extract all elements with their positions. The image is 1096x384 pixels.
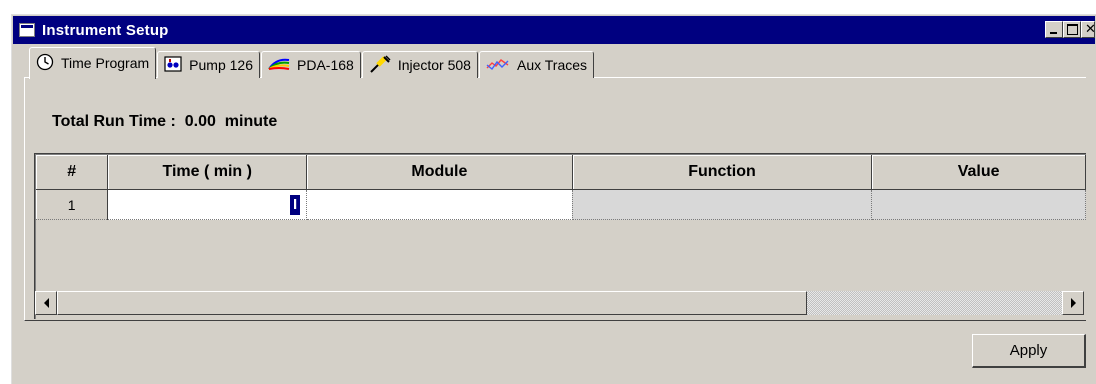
row-number[interactable]: 1 [36,189,109,220]
tab-label: Pump 126 [189,57,253,73]
run-time-unit: minute [224,113,278,130]
tab-label: Aux Traces [516,57,588,73]
window-icon [19,23,35,37]
scroll-left-button[interactable] [35,291,57,315]
minimize-button[interactable] [1045,21,1063,38]
arrow-right-icon [1070,298,1076,308]
tab-label: Time Program [61,55,150,71]
column-header-number[interactable]: # [36,155,109,190]
tab-pump-126[interactable]: Pump 126 [157,51,260,78]
apply-button[interactable]: Apply [972,334,1086,368]
function-cell[interactable] [572,189,873,220]
scrollbar-thumb[interactable] [57,291,807,315]
window-title: Instrument Setup [42,21,169,39]
close-button[interactable]: ✕ [1081,21,1095,38]
column-header-time[interactable]: Time ( min ) [107,155,308,190]
title-bar[interactable]: Instrument Setup ✕ [13,16,1095,44]
tab-label: PDA-168 [297,57,354,73]
tab-label: Injector 508 [397,57,471,73]
text-cursor-icon: I [290,194,301,215]
traces-icon [486,57,510,74]
clock-icon [36,53,54,74]
total-run-time: Total Run Time : 0.00 minute [52,113,277,131]
run-time-label: Total Run Time : [52,113,176,130]
column-header-module[interactable]: Module [306,155,573,190]
tab-pda-168[interactable]: PDA-168 [261,51,361,78]
module-cell[interactable] [306,189,573,220]
tab-injector-508[interactable]: Injector 508 [361,51,478,78]
tab-strip: Time Program Pump 126 PDA-168 Injector 5… [29,46,595,79]
arrow-left-icon [43,298,49,308]
rainbow-spectrum-icon [268,57,290,74]
tab-aux-traces[interactable]: Aux Traces [478,51,595,78]
maximize-button[interactable] [1063,21,1081,38]
syringe-icon [369,54,391,76]
column-header-value[interactable]: Value [871,155,1086,190]
table-row[interactable]: 1 I [36,189,1086,220]
horizontal-scrollbar[interactable] [35,291,1084,315]
value-cell[interactable] [871,189,1086,220]
scroll-right-button[interactable] [1062,291,1084,315]
column-header-function[interactable]: Function [572,155,873,190]
tab-time-program[interactable]: Time Program [29,47,157,79]
run-time-value: 0.00 [184,113,216,130]
time-cell[interactable]: I [107,189,308,220]
pump-icon [164,55,182,75]
close-icon: ✕ [1085,21,1095,36]
